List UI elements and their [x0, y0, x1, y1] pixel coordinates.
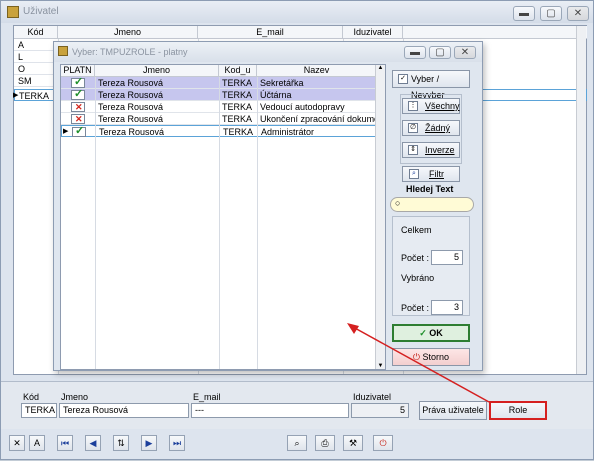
- annotation-arrow: [347, 323, 490, 403]
- main-window: Uživatel ▬ ▢ ✕ Kód Jmeno E_mail Iduzivat…: [0, 0, 594, 460]
